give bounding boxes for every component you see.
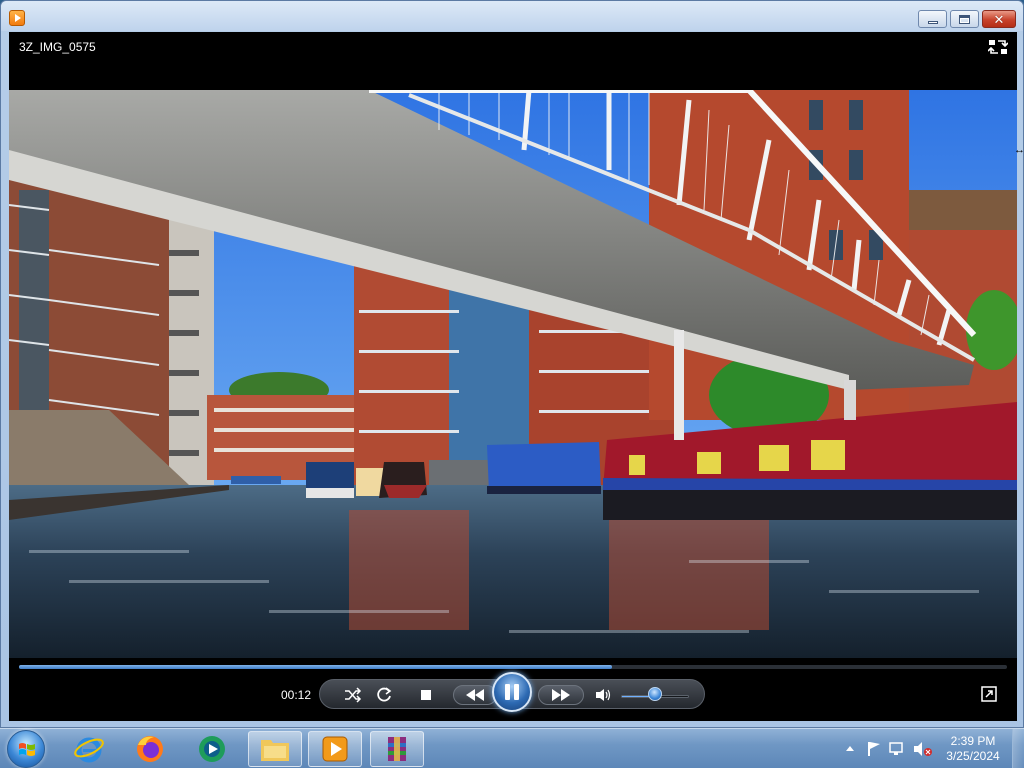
stop-button[interactable] xyxy=(415,685,437,705)
video-title: 3Z_IMG_0575 xyxy=(19,40,96,54)
file-explorer-icon xyxy=(261,740,289,761)
shuffle-icon xyxy=(345,687,362,703)
next-button[interactable] xyxy=(538,685,584,705)
next-icon xyxy=(552,689,570,701)
close-button[interactable]: ✕ xyxy=(982,10,1016,28)
switch-to-library-icon[interactable] xyxy=(988,39,1008,55)
mute-button[interactable] xyxy=(592,685,614,705)
seek-progress xyxy=(19,665,612,669)
stop-icon xyxy=(421,690,431,700)
volume-muted-icon[interactable] xyxy=(914,742,932,756)
video-image xyxy=(9,90,1017,658)
tray-icons xyxy=(846,742,932,756)
maximize-icon xyxy=(959,14,970,24)
notification-area xyxy=(842,740,942,763)
speaker-icon xyxy=(596,689,611,701)
previous-icon xyxy=(466,689,484,701)
windows-logo-icon xyxy=(19,743,35,756)
volume-slider-thumb[interactable] xyxy=(648,687,662,701)
shuffle-button[interactable] xyxy=(342,685,364,705)
previous-button[interactable] xyxy=(453,685,497,705)
fullscreen-icon[interactable] xyxy=(981,686,997,702)
show-hidden-icons-chevron[interactable] xyxy=(846,746,854,751)
winrar-button[interactable] xyxy=(370,731,424,767)
media-center-button[interactable] xyxy=(185,731,239,767)
video-frame[interactable] xyxy=(9,90,1017,658)
media-player-icon xyxy=(322,736,348,762)
close-icon: ✕ xyxy=(993,11,1005,27)
maximize-button[interactable] xyxy=(950,10,979,28)
resize-cursor-icon: ↔ xyxy=(1014,144,1024,156)
pause-icon xyxy=(503,684,521,700)
media-player-taskbar-button[interactable] xyxy=(308,731,362,767)
minimize-button[interactable] xyxy=(918,10,947,28)
clock-date: 3/25/2024 xyxy=(946,749,1000,763)
media-player-icon[interactable] xyxy=(9,10,25,26)
action-center-flag-icon[interactable] xyxy=(868,742,880,756)
system-clock[interactable]: 2:39 PM 3/25/2024 xyxy=(942,734,1004,764)
show-desktop-button[interactable] xyxy=(1012,729,1024,768)
media-center-icon xyxy=(199,736,225,762)
internet-explorer-icon xyxy=(74,737,104,763)
seek-bar[interactable] xyxy=(19,665,1007,669)
elapsed-time: 00:12 xyxy=(281,688,312,702)
firefox-button[interactable] xyxy=(123,731,177,767)
winrar-icon xyxy=(388,737,406,761)
network-icon[interactable] xyxy=(889,742,903,755)
clock-time: 2:39 PM xyxy=(950,734,996,748)
file-explorer-button[interactable] xyxy=(248,731,302,767)
player-area: 3Z_IMG_0575 00:12 xyxy=(9,32,1017,721)
start-button[interactable] xyxy=(7,730,45,768)
minimize-icon xyxy=(927,20,938,24)
media-player-window: ✕ 3Z_IMG_0575 00:12 ↔ xyxy=(0,0,1024,728)
repeat-button[interactable] xyxy=(373,685,395,705)
pause-button[interactable] xyxy=(492,672,532,712)
internet-explorer-button[interactable] xyxy=(62,731,116,767)
title-bar[interactable]: ✕ xyxy=(1,1,1023,31)
firefox-icon xyxy=(137,736,163,762)
repeat-icon xyxy=(377,687,392,702)
